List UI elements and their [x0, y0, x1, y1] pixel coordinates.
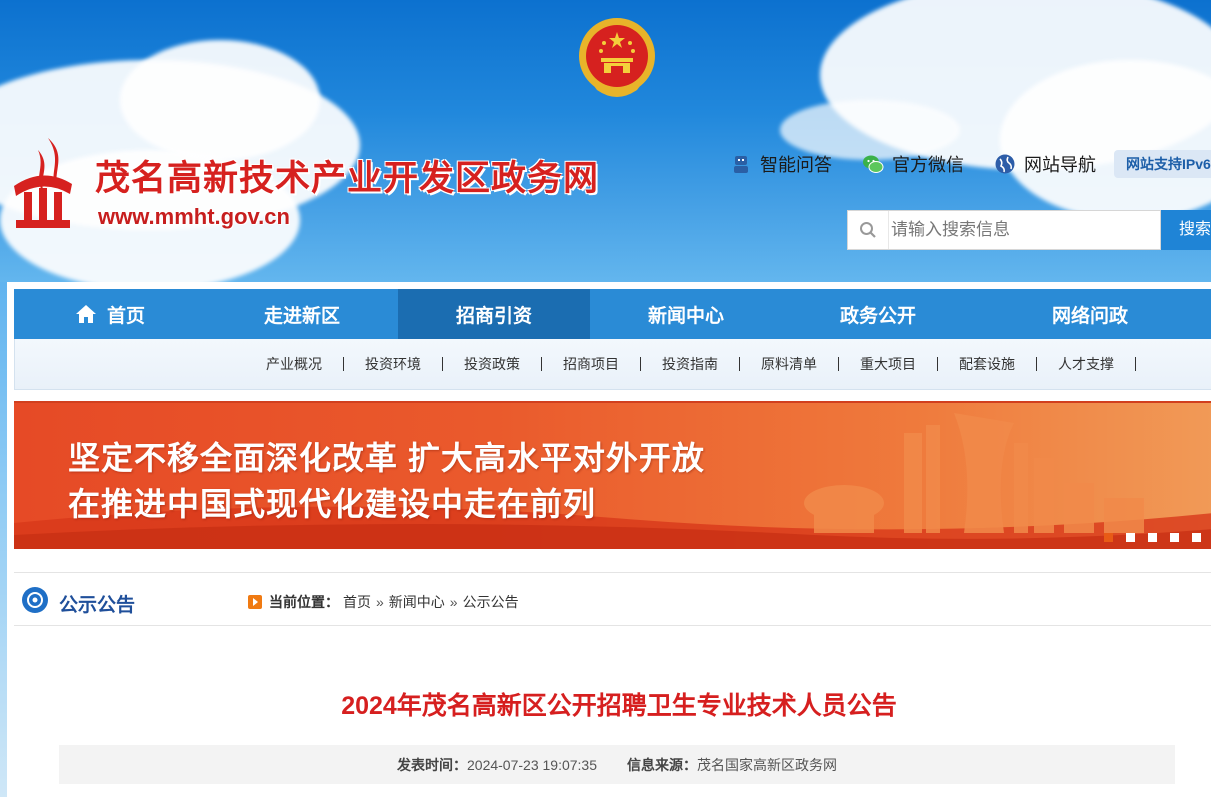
robot-icon	[734, 156, 748, 173]
section-icon	[22, 587, 48, 613]
banner-headline-2: 在推进中国式现代化建设中走在前列	[68, 486, 597, 522]
nav-online-inquiry[interactable]: 网络问政	[974, 289, 1206, 339]
site-navigation-link[interactable]: 网站导航	[994, 151, 1096, 177]
search-input[interactable]	[888, 211, 1158, 249]
official-wechat-link[interactable]: 官方微信	[862, 151, 964, 177]
nav-home-label: 首页	[106, 305, 145, 327]
section-title: 公示公告	[59, 595, 136, 616]
search-button[interactable]: 搜索	[1161, 210, 1211, 250]
globe-icon	[995, 154, 1015, 174]
search-box	[847, 210, 1161, 250]
subnav-raw-materials[interactable]: 原料清单	[740, 357, 839, 371]
breadcrumb-label: 当前位置：	[269, 594, 339, 610]
nav-home[interactable]: 首页	[14, 289, 206, 339]
breadcrumb-home[interactable]: 首页	[343, 592, 371, 612]
publish-time: 2024-07-23 19:07:35	[467, 756, 597, 773]
subnav-investment-environment[interactable]: 投资环境	[344, 357, 443, 371]
subnav-industry-overview[interactable]: 产业概况	[245, 357, 344, 371]
carousel-dots	[1104, 533, 1201, 542]
publish-label: 发表时间：	[397, 756, 467, 773]
subnav-investment-policy[interactable]: 投资政策	[443, 357, 542, 371]
search-icon	[848, 210, 888, 250]
section-header: 公示公告 当前位置： 首页 » 新闻中心 » 公示公告	[14, 572, 1211, 626]
smart-qa-label: 智能问答	[760, 155, 832, 175]
breadcrumb-separator: »	[449, 594, 458, 610]
carousel-dot[interactable]	[1170, 533, 1179, 542]
national-emblem-icon	[579, 18, 655, 97]
hitech-zone-logo-icon	[14, 138, 72, 228]
carousel-dot[interactable]	[1192, 533, 1201, 542]
subnav-talent-support[interactable]: 人才支撑	[1037, 357, 1136, 371]
official-wechat-label: 官方微信	[892, 155, 964, 175]
cloud-decoration	[120, 40, 320, 160]
banner-headline-1: 坚定不移全面深化改革 扩大高水平对外开放	[68, 440, 705, 476]
wechat-icon	[863, 155, 884, 173]
carousel-dot[interactable]	[1148, 533, 1157, 542]
carousel-dot[interactable]	[1104, 533, 1113, 542]
article-title: 2024年茂名高新区公开招聘卫生专业技术人员公告	[341, 692, 897, 720]
site-url: www.mmht.gov.cn	[98, 204, 290, 229]
subnav-investment-projects[interactable]: 招商项目	[542, 357, 641, 371]
publish-info: 发表时间：2024-07-23 19:07:35	[397, 755, 597, 775]
subnav-facilities[interactable]: 配套设施	[938, 357, 1037, 371]
carousel-dot[interactable]	[1126, 533, 1135, 542]
main-nav: 首页 走进新区 招商引资 新闻中心 政务公开 网络问政	[14, 289, 1211, 339]
site-header: 茂名高新技术产业开发区政务网 www.mmht.gov.cn 智能问答 官方微信	[0, 0, 1211, 282]
source-label: 信息来源：	[627, 756, 697, 773]
source-info: 信息来源：茂名国家高新区政务网	[627, 755, 837, 775]
site-title: 茂名高新技术产业开发区政务网	[95, 159, 600, 198]
smart-qa-link[interactable]: 智能问答	[730, 151, 832, 177]
subnav-investment-guide[interactable]: 投资指南	[641, 357, 740, 371]
ipv6-badge: 网站支持IPv6	[1114, 150, 1211, 178]
breadcrumb-notices[interactable]: 公示公告	[463, 592, 519, 612]
breadcrumb-news-center[interactable]: 新闻中心	[389, 592, 445, 612]
source-value: 茂名国家高新区政务网	[697, 756, 837, 773]
home-icon	[75, 305, 96, 323]
nav-news-center[interactable]: 新闻中心	[590, 289, 782, 339]
subnav-major-projects[interactable]: 重大项目	[839, 357, 938, 371]
sub-nav: 产业概况 投资环境 投资政策 招商项目 投资指南 原料清单 重大项目 配套设施 …	[14, 339, 1211, 390]
header-links: 智能问答 官方微信 网站导航	[730, 149, 1096, 179]
nav-government-affairs[interactable]: 政务公开	[782, 289, 974, 339]
hero-banner[interactable]: 坚定不移全面深化改革 扩大高水平对外开放 在推进中国式现代化建设中走在前列	[14, 401, 1211, 549]
breadcrumb-separator: »	[376, 594, 384, 610]
breadcrumb: 当前位置： 首页 » 新闻中心 » 公示公告	[248, 592, 519, 612]
nav-about-zone[interactable]: 走进新区	[206, 289, 398, 339]
site-navigation-label: 网站导航	[1024, 155, 1096, 175]
article-meta: 发表时间：2024-07-23 19:07:35 信息来源：茂名国家高新区政务网	[59, 745, 1175, 784]
arrow-right-icon	[248, 595, 262, 609]
nav-investment[interactable]: 招商引资	[398, 289, 590, 339]
